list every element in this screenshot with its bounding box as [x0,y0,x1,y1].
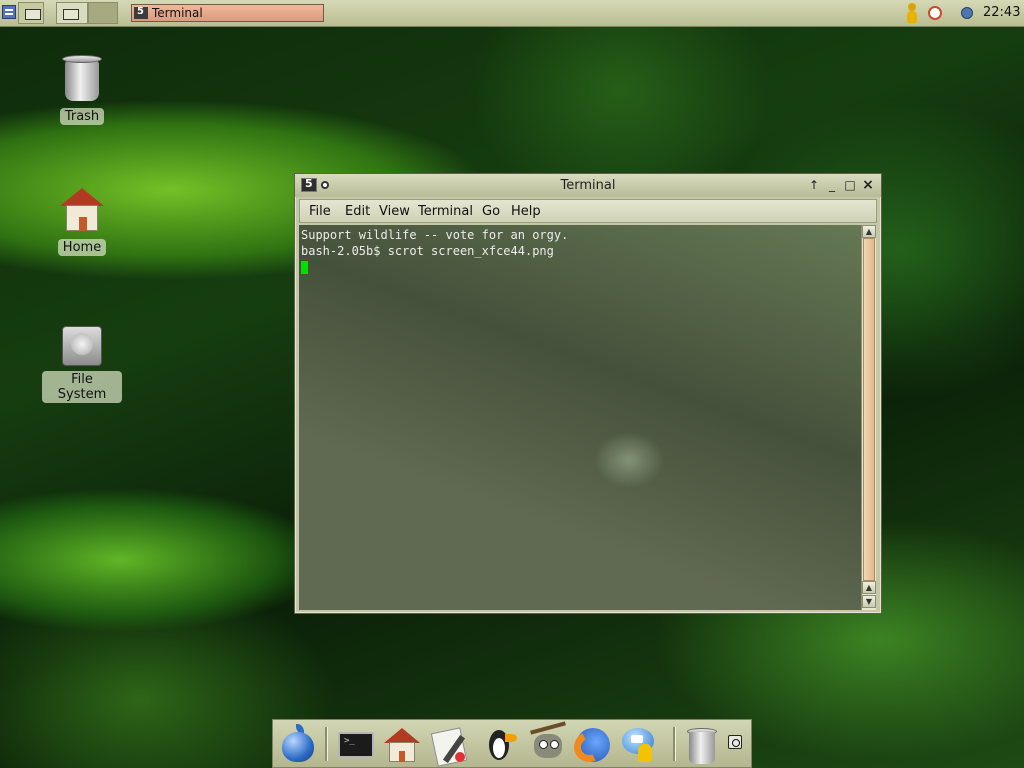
desktop-icon-home[interactable]: Home [42,186,122,256]
menu-file[interactable]: File [309,204,331,219]
menu-help[interactable]: Help [511,204,541,219]
scroll-up-icon[interactable]: ▲ [862,581,876,594]
menu-view[interactable]: View [379,204,410,219]
workspace-1-button[interactable] [18,2,44,24]
close-icon[interactable]: × [861,178,875,192]
workspace-2-button[interactable] [56,2,88,24]
firefox-icon[interactable] [569,724,611,767]
desktop-icon-label: Trash [59,108,105,125]
vertical-scrollbar[interactable]: ▲ ▲ ▼ [861,225,876,610]
scroll-up-icon[interactable]: ▲ [862,225,876,238]
launcher-dock [272,719,752,768]
menu-edit[interactable]: Edit [345,204,370,219]
top-panel: Terminal 22:43 [0,0,1024,27]
window-titlebar[interactable]: Terminal ↑ _ □ × [295,174,881,197]
window-title: Terminal [560,178,616,193]
dock-separator [673,727,676,761]
dock-separator [325,727,328,761]
desktop-icon-label: File System [42,371,122,403]
home-icon[interactable] [383,724,421,764]
scroll-down-icon[interactable]: ▼ [862,595,876,608]
desktop-icon-label: Home [57,239,107,256]
panel-clock[interactable]: 22:43 [983,5,1020,20]
gimp-icon[interactable] [528,721,566,764]
scrollbar-thumb[interactable] [863,238,875,581]
network-status-icon[interactable] [961,7,973,19]
menu-terminal[interactable]: Terminal [418,204,473,219]
desktop-icon-trash[interactable]: Trash [42,55,122,125]
desktop-icon-file-system[interactable]: File System [42,318,122,403]
workspace-3-button[interactable] [88,2,118,24]
workspace-icon [25,9,41,20]
minimize-icon[interactable]: _ [825,178,839,192]
taskbar-item-label: Terminal [152,6,203,20]
text-cursor [301,261,308,274]
terminal-output[interactable]: Support wildlife -- vote for an orgy. ba… [299,225,861,610]
email-bird-icon[interactable] [481,724,519,764]
maximize-icon[interactable]: □ [843,178,857,192]
messenger-status-icon[interactable] [905,3,919,23]
trash-icon [60,55,104,105]
menu-bar: File Edit View Terminal Go Help [299,199,877,223]
terminal-line: bash-2.05b$ scrot screen_xfce44.png [301,244,554,258]
applications-menu-icon[interactable] [2,5,16,19]
menu-go[interactable]: Go [482,204,500,219]
trash-icon[interactable] [683,724,721,764]
terminal-window: Terminal ↑ _ □ × File Edit View Terminal… [294,173,882,614]
text-editor-icon[interactable] [430,724,469,767]
hard-drive-icon [60,318,104,368]
power-icon[interactable] [728,735,744,751]
home-icon [60,186,104,236]
apple-menu-icon[interactable] [278,724,316,764]
shade-icon[interactable]: ↑ [807,178,821,192]
workspace-icon [63,9,79,20]
alarm-clock-icon[interactable] [928,6,942,20]
terminal-line: Support wildlife -- vote for an orgy. [301,228,569,242]
terminal-icon[interactable] [336,724,374,764]
terminal-app-icon [134,6,148,19]
taskbar-item-terminal[interactable]: Terminal [131,4,324,22]
instant-messenger-icon[interactable] [620,724,658,764]
